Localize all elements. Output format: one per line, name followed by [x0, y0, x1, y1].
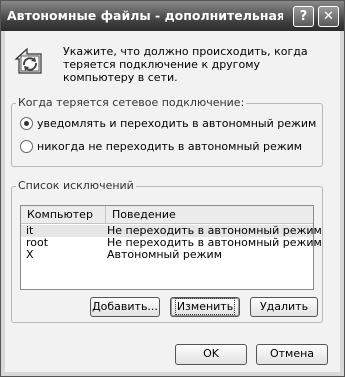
offline-files-advanced-dialog: Автономные файлы - дополнительная нас...… — [0, 0, 345, 377]
column-header-behavior[interactable]: Поведение — [106, 206, 313, 223]
exceptions-group-label: Список исключений — [16, 179, 136, 192]
cancel-button-label: Отмена — [269, 347, 315, 360]
help-button[interactable]: ? — [293, 6, 314, 27]
cell-behavior: Автономный режим — [107, 248, 222, 261]
cancel-button[interactable]: Отмена — [256, 344, 328, 365]
edit-button[interactable]: Изменить — [170, 297, 240, 317]
ok-button[interactable]: OK — [175, 344, 247, 365]
connection-lost-group-label: Когда теряется сетевое подключение: — [16, 96, 247, 109]
dialog-body: Укажите, что должно происходить, когда т… — [5, 31, 340, 372]
title-bar[interactable]: Автономные файлы - дополнительная нас...… — [1, 1, 344, 31]
radio-label[interactable]: никогда не переходить в автономный режим — [37, 140, 302, 153]
list-row[interactable]: X Автономный режим — [21, 249, 313, 261]
offline-files-sync-icon — [14, 47, 42, 74]
connection-lost-group: Когда теряется сетевое подключение: увед… — [11, 96, 323, 167]
column-header-computer[interactable]: Компьютер — [21, 206, 106, 223]
radio-button[interactable] — [20, 140, 33, 153]
edit-button-label: Изменить — [174, 298, 236, 315]
add-button-label: Добавить... — [92, 300, 158, 313]
close-button[interactable]: ✕ — [318, 6, 339, 27]
radio-button[interactable] — [20, 117, 33, 130]
add-button[interactable]: Добавить... — [90, 297, 160, 317]
ok-button-label: OK — [203, 347, 219, 360]
window-title: Автономные файлы - дополнительная нас... — [7, 8, 283, 23]
exceptions-list[interactable]: Компьютер Поведение it Не переходить в а… — [20, 205, 322, 290]
radio-selected-dot — [24, 121, 29, 126]
remove-button[interactable]: Удалить — [250, 297, 318, 317]
exceptions-group: Список исключений Компьютер Поведение it… — [11, 179, 323, 323]
list-header: Компьютер Поведение — [21, 206, 313, 224]
radio-label[interactable]: уведомлять и переходить в автономный реж… — [37, 117, 316, 130]
instruction-text: Укажите, что должно происходить, когда т… — [63, 45, 308, 84]
remove-button-label: Удалить — [259, 300, 309, 313]
cell-computer: X — [26, 248, 34, 261]
